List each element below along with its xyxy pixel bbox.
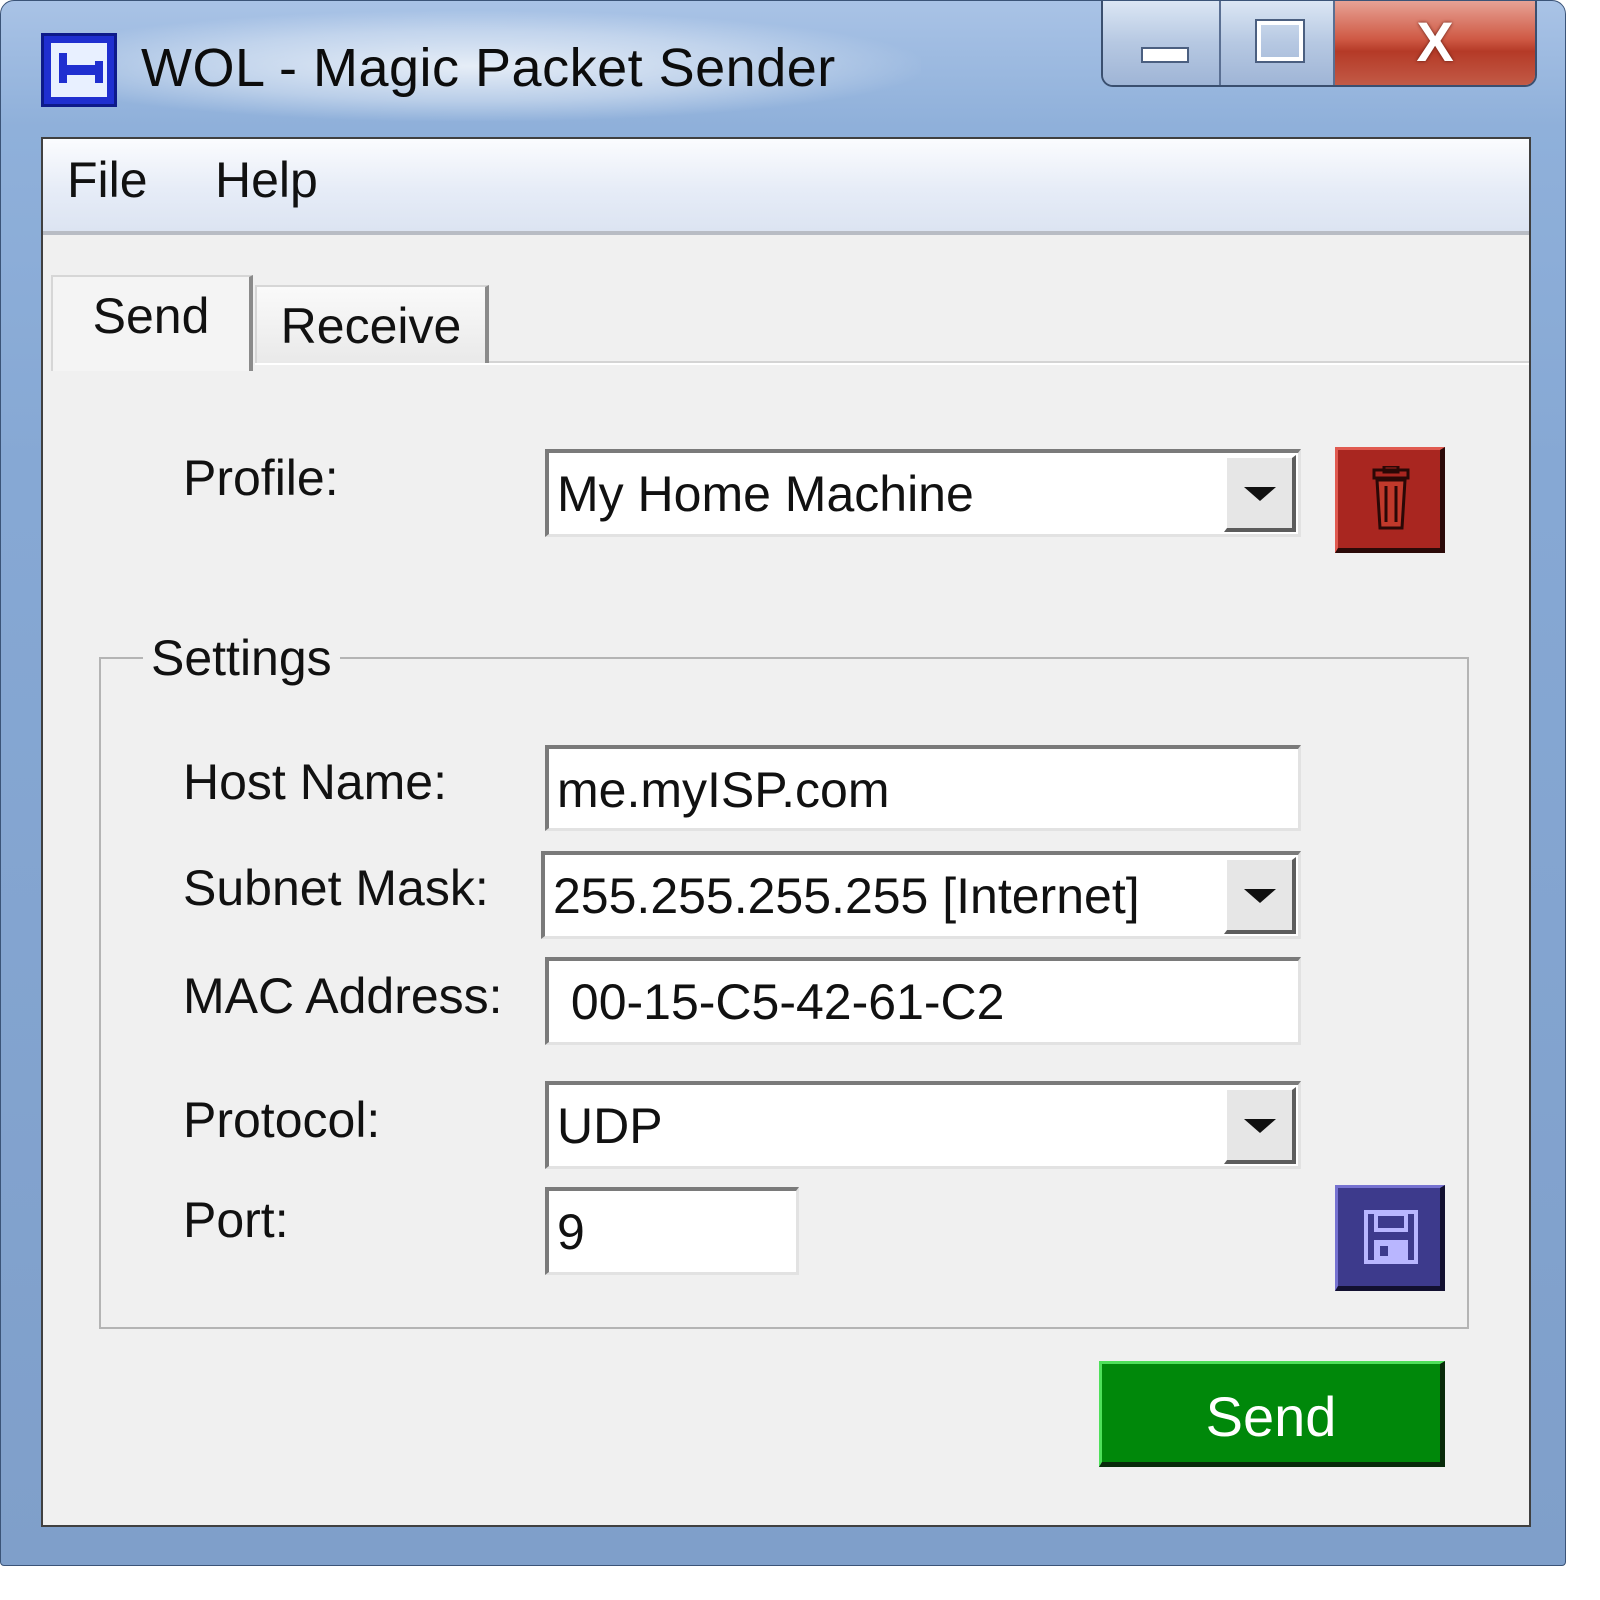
maximize-icon xyxy=(1255,19,1305,63)
subnet-mask-select[interactable]: 255.255.255.255 [Internet] xyxy=(541,851,1301,939)
protocol-label: Protocol: xyxy=(183,1092,381,1148)
title-bar[interactable]: WOL - Magic Packet Sender X xyxy=(1,1,1565,131)
maximize-button[interactable] xyxy=(1221,1,1335,85)
send-button-label: Send xyxy=(1205,1385,1337,1448)
trash-icon xyxy=(1372,466,1410,530)
host-name-input[interactable]: me.myISP.com xyxy=(545,745,1301,831)
port-label: Port: xyxy=(183,1192,289,1248)
app-icon[interactable] xyxy=(41,33,117,107)
mac-address-label: MAC Address: xyxy=(183,968,503,1024)
close-button[interactable]: X xyxy=(1335,1,1535,85)
menu-help[interactable]: Help xyxy=(215,151,318,209)
send-button[interactable]: Send xyxy=(1099,1361,1445,1467)
tab-send-label: Send xyxy=(92,288,210,344)
mac-address-input[interactable]: 00-15-C5-42-61-C2 xyxy=(545,957,1301,1045)
protocol-dropdown-button[interactable] xyxy=(1224,1087,1296,1164)
subnet-mask-dropdown-button[interactable] xyxy=(1224,857,1296,934)
tab-receive[interactable]: Receive xyxy=(255,285,489,363)
settings-title: Settings xyxy=(143,629,340,687)
mac-address-value: 00-15-C5-42-61-C2 xyxy=(557,974,1005,1030)
chevron-down-icon xyxy=(1243,487,1276,501)
port-value: 9 xyxy=(557,1204,585,1260)
chevron-down-icon xyxy=(1243,889,1276,903)
profile-dropdown-button[interactable] xyxy=(1224,455,1296,532)
host-name-value: me.myISP.com xyxy=(557,762,890,818)
subnet-mask-value: 255.255.255.255 [Internet] xyxy=(553,868,1140,924)
port-input[interactable]: 9 xyxy=(545,1187,799,1275)
protocol-value: UDP xyxy=(557,1098,663,1154)
save-profile-button[interactable] xyxy=(1335,1185,1445,1291)
tab-send[interactable]: Send xyxy=(51,275,253,371)
menu-bar: File Help xyxy=(43,139,1529,235)
window-title: WOL - Magic Packet Sender xyxy=(141,38,836,98)
tab-strip: Receive Send xyxy=(43,271,1529,371)
floppy-disk-icon xyxy=(1364,1210,1418,1264)
caption-buttons: X xyxy=(1101,1,1537,87)
profile-select[interactable]: My Home Machine xyxy=(545,449,1301,537)
close-icon: X xyxy=(1416,10,1454,73)
profile-label: Profile: xyxy=(183,450,339,506)
menu-file[interactable]: File xyxy=(67,151,148,209)
subnet-mask-label: Subnet Mask: xyxy=(183,860,489,916)
tab-receive-label: Receive xyxy=(280,298,462,354)
profile-value: My Home Machine xyxy=(557,466,974,522)
host-name-label: Host Name: xyxy=(183,754,447,810)
minimize-icon xyxy=(1141,47,1189,63)
client-area: File Help Receive Send Profile: My Home … xyxy=(41,137,1531,1527)
chevron-down-icon xyxy=(1243,1119,1276,1133)
protocol-select[interactable]: UDP xyxy=(545,1081,1301,1169)
app-window: WOL - Magic Packet Sender X File Help Re… xyxy=(0,0,1566,1566)
delete-profile-button[interactable] xyxy=(1335,447,1445,553)
minimize-button[interactable] xyxy=(1103,1,1221,85)
